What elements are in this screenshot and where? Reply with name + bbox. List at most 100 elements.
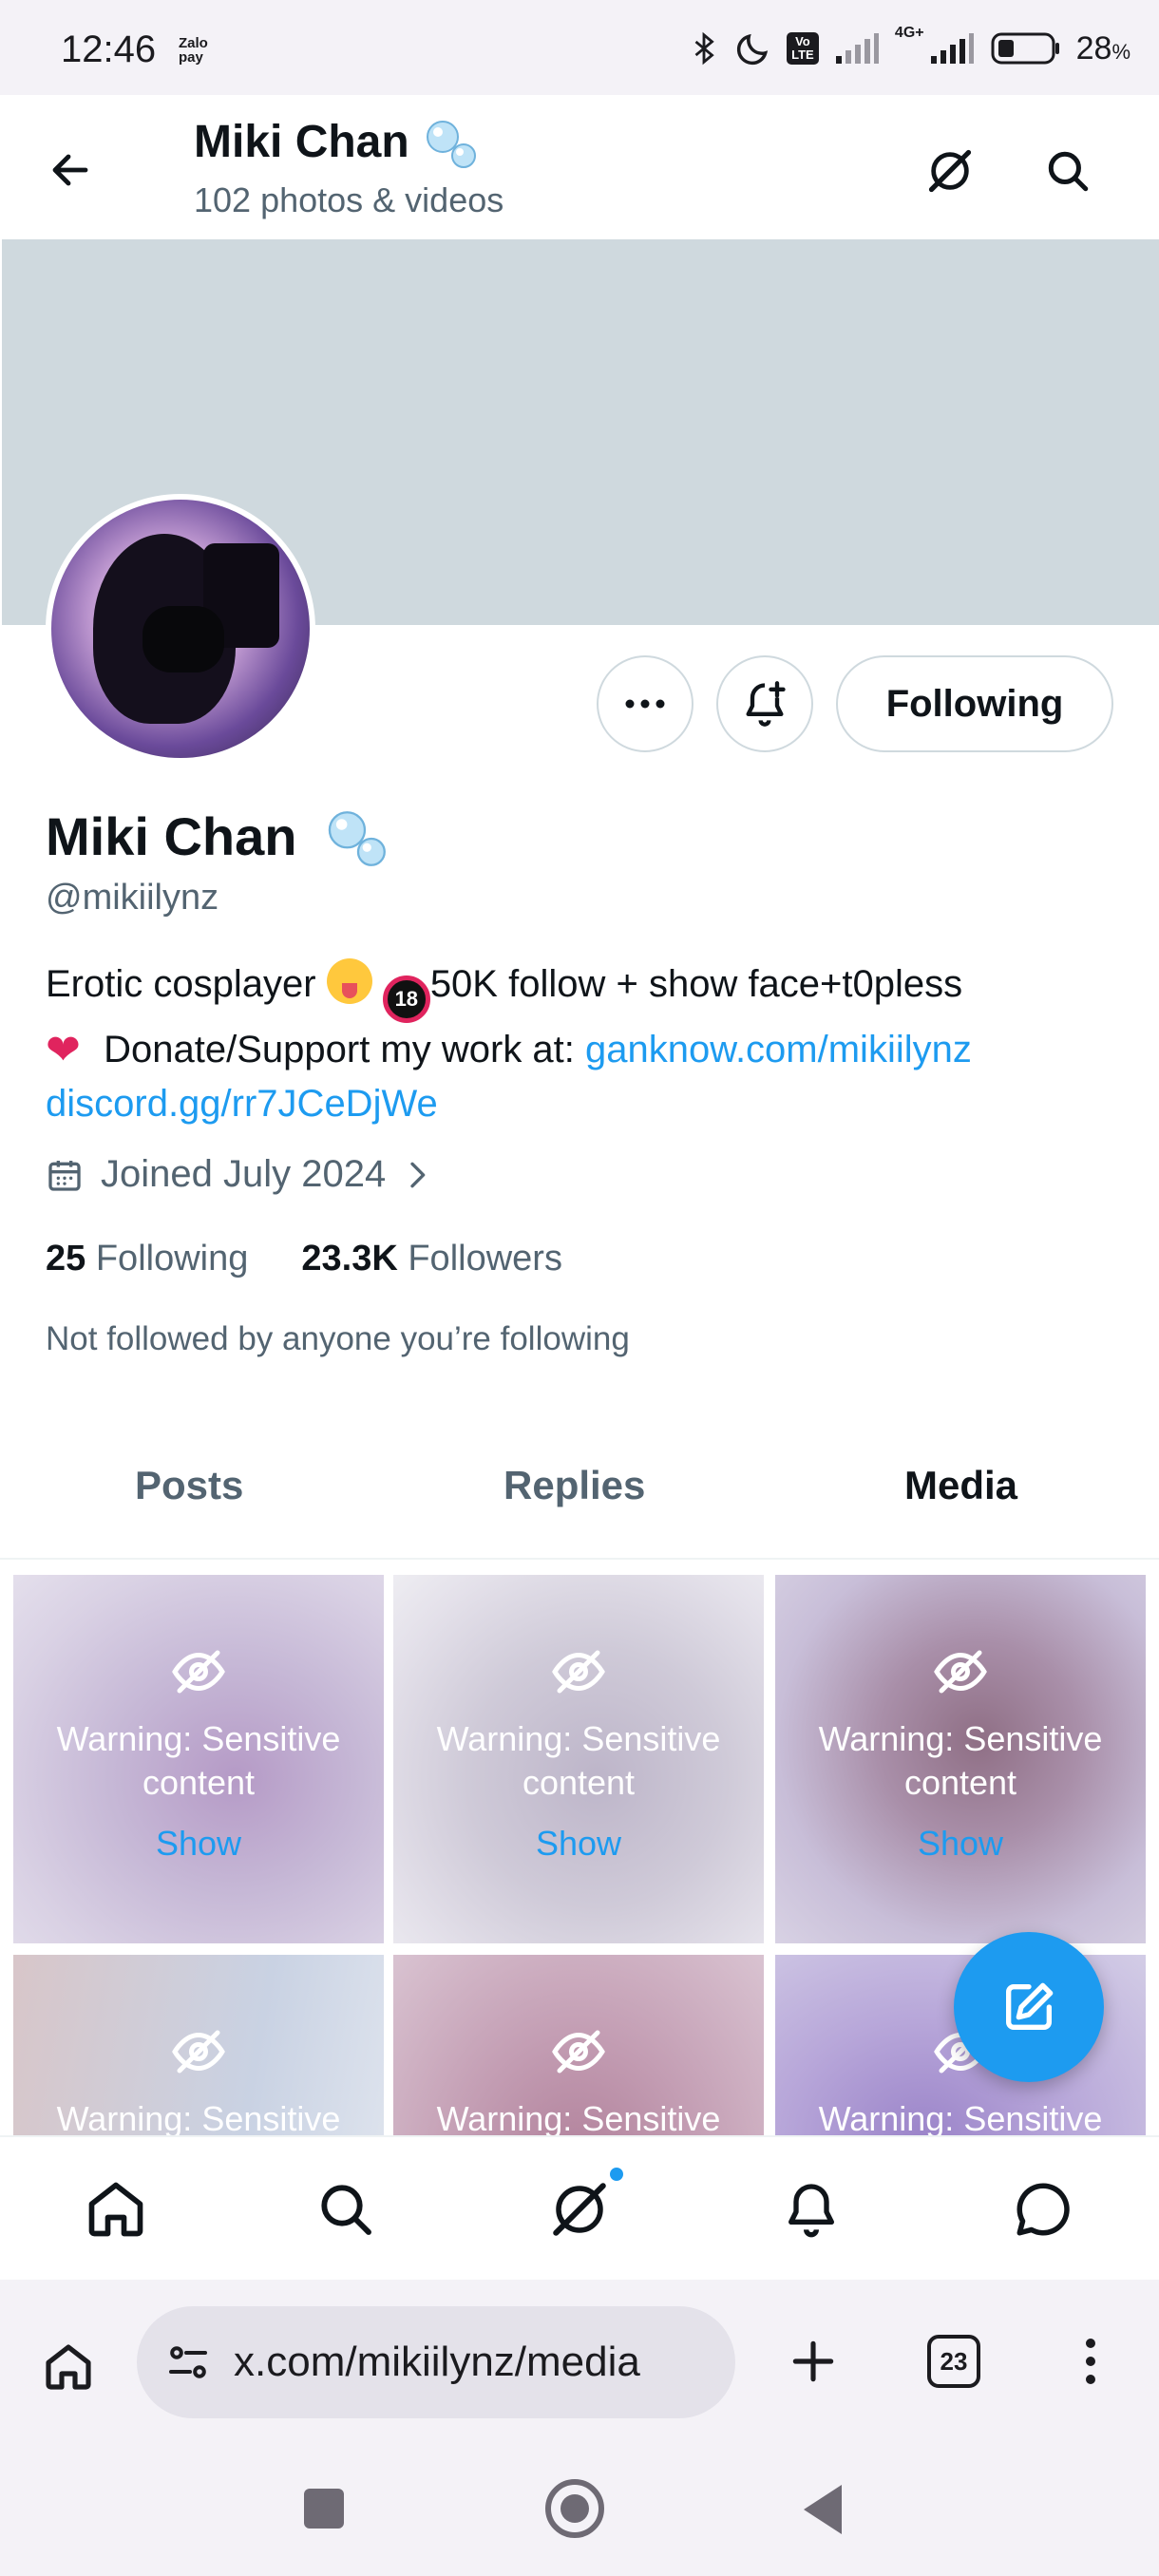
grok-notification-dot xyxy=(608,2166,625,2183)
follow-stats: 25 Following 23.3K Followers xyxy=(46,1239,562,1279)
eye-slash-icon xyxy=(172,2030,225,2074)
more-dots-icon xyxy=(625,699,665,709)
bluetooth-icon xyxy=(694,31,714,66)
chat-bubble-icon xyxy=(1016,2183,1070,2236)
network-type-label: 4G+ xyxy=(894,25,924,41)
tab-media[interactable]: Media xyxy=(904,1463,1017,1508)
home-icon xyxy=(46,2344,91,2390)
bell-icon xyxy=(788,2184,834,2238)
media-tile[interactable]: Warning: Sensitivecontent xyxy=(13,1955,384,2135)
zalo-pay-icon: Zalo pay xyxy=(179,35,208,66)
browser-toolbar: x.com/mikiilynz/media 23 xyxy=(0,2280,1159,2441)
eye-slash-icon xyxy=(552,2030,605,2074)
status-time: 12:46 xyxy=(61,28,157,70)
header-title: Miki Chan xyxy=(194,117,409,167)
nav-home[interactable] xyxy=(80,2173,152,2245)
profile-name: Miki Chan xyxy=(46,806,297,866)
media-tile[interactable]: Warning: Sensitive content Show xyxy=(13,1575,384,1943)
show-button[interactable]: Show xyxy=(393,1824,764,1864)
nav-search[interactable] xyxy=(310,2173,382,2245)
plus-icon xyxy=(792,2340,834,2382)
profile-bio: Erotic cosplayer 18 50K follow + show fac… xyxy=(46,957,1138,1131)
media-tile[interactable]: Warning: Sensitive content Show xyxy=(775,1575,1146,1943)
url-text: x.com/mikiilynz/media xyxy=(234,2339,640,2385)
profile-avatar[interactable] xyxy=(46,494,315,764)
media-tile[interactable]: Warning: Sensitivecontent xyxy=(393,1955,764,2135)
heart-emoji-icon: ❤ xyxy=(46,1026,81,1073)
signal-strong-icon xyxy=(930,33,974,64)
following-stat[interactable]: 25 Following xyxy=(46,1239,248,1279)
joined-label: Joined July 2024 xyxy=(101,1153,387,1195)
chevron-right-icon xyxy=(410,1162,426,1187)
grok-icon xyxy=(928,149,972,193)
back-button[interactable] xyxy=(38,138,103,202)
eye-slash-icon xyxy=(552,1650,605,1694)
status-icons: Vo LTE 4G+ 28% xyxy=(688,25,1130,72)
tab-posts[interactable]: Posts xyxy=(135,1463,243,1508)
profile-handle: @mikiilynz xyxy=(46,878,219,918)
bio-text: 50K follow + show face+t0pless xyxy=(429,963,963,1005)
new-tab-button[interactable] xyxy=(777,2325,849,2397)
followers-stat[interactable]: 23.3K Followers xyxy=(301,1239,562,1279)
not-followed-note: Not followed by anyone you’re following xyxy=(46,1320,630,1357)
show-button[interactable]: Show xyxy=(775,1824,1146,1864)
media-tile[interactable]: Warning: Sensitive content Show xyxy=(393,1575,764,1943)
tongue-emoji-icon xyxy=(326,958,372,1004)
no-under-18-emoji-icon: 18 xyxy=(382,975,430,1023)
following-button[interactable]: Following xyxy=(836,655,1113,752)
do-not-disturb-moon-icon xyxy=(736,33,769,66)
eye-slash-icon xyxy=(934,1650,987,1694)
nav-messages[interactable] xyxy=(1007,2173,1079,2245)
search-icon xyxy=(1048,151,1089,192)
bell-plus-icon xyxy=(746,681,786,727)
search-button[interactable] xyxy=(1032,135,1104,207)
sensitive-warning-text: Warning: Sensitivecontent xyxy=(818,2099,1103,2135)
browser-home-button[interactable] xyxy=(32,2331,104,2403)
sensitive-warning-text: Warning: Sensitivecontent xyxy=(436,1719,721,1802)
calendar-icon xyxy=(48,1160,81,1191)
bubbles-emoji-icon xyxy=(328,811,386,866)
joined-date[interactable]: Joined July 2024 xyxy=(46,1153,431,1196)
browser-menu-button[interactable] xyxy=(1064,2325,1117,2397)
battery-percent: 28% xyxy=(1075,29,1130,66)
more-options-button[interactable] xyxy=(597,655,694,752)
avatar-mask xyxy=(142,606,224,672)
address-bar[interactable]: x.com/mikiilynz/media xyxy=(137,2306,735,2418)
search-icon xyxy=(321,2185,371,2235)
bio-link-ganknow[interactable]: ganknow.com/mikiilynz xyxy=(585,1029,972,1070)
notify-button[interactable] xyxy=(716,655,813,752)
arrow-left-icon xyxy=(52,154,88,186)
profile-tabs: Posts Replies Media xyxy=(0,1444,1159,1560)
recents-button[interactable] xyxy=(304,2489,344,2529)
nav-notifications[interactable] xyxy=(775,2173,847,2245)
tab-switcher-button[interactable]: 23 xyxy=(927,2335,980,2388)
more-vertical-icon xyxy=(1086,2339,1095,2384)
home-icon xyxy=(88,2182,143,2237)
profile-header: Miki Chan 102 photos & videos xyxy=(0,95,1159,239)
site-settings-tune-icon[interactable] xyxy=(163,2338,213,2387)
sensitive-warning-text: Warning: Sensitivecontent xyxy=(818,1719,1103,1802)
header-subtitle: 102 photos & videos xyxy=(194,180,504,219)
system-back-button[interactable] xyxy=(804,2485,842,2534)
system-home-button[interactable] xyxy=(545,2479,604,2538)
sensitive-warning-text: Warning: Sensitivecontent xyxy=(56,2099,341,2135)
sensitive-warning-text: Warning: Sensitivecontent xyxy=(56,1719,341,1802)
bottom-navigation xyxy=(0,2135,1159,2280)
grok-icon xyxy=(553,2183,606,2236)
sensitive-warning-text: Warning: Sensitivecontent xyxy=(436,2099,721,2135)
compose-icon xyxy=(1006,1982,1054,2030)
grok-button[interactable] xyxy=(914,135,986,207)
show-button[interactable]: Show xyxy=(13,1824,384,1864)
compose-post-button[interactable] xyxy=(954,1932,1104,2082)
eye-slash-icon xyxy=(172,1650,225,1694)
signal-weak-icon xyxy=(835,33,879,64)
bubbles-emoji-icon xyxy=(427,121,476,168)
bio-text: Donate/Support my work at: xyxy=(104,1028,575,1070)
bio-link-discord[interactable]: discord.gg/rr7JCeDjWe xyxy=(46,1083,438,1125)
volte-icon: Vo LTE xyxy=(786,32,819,65)
tab-replies[interactable]: Replies xyxy=(504,1463,645,1508)
status-bar: 12:46 Zalo pay Vo LTE 4G+ 28% xyxy=(0,0,1159,95)
battery-icon xyxy=(991,32,1059,65)
nav-grok[interactable] xyxy=(543,2173,616,2245)
system-navigation xyxy=(0,2441,1159,2576)
